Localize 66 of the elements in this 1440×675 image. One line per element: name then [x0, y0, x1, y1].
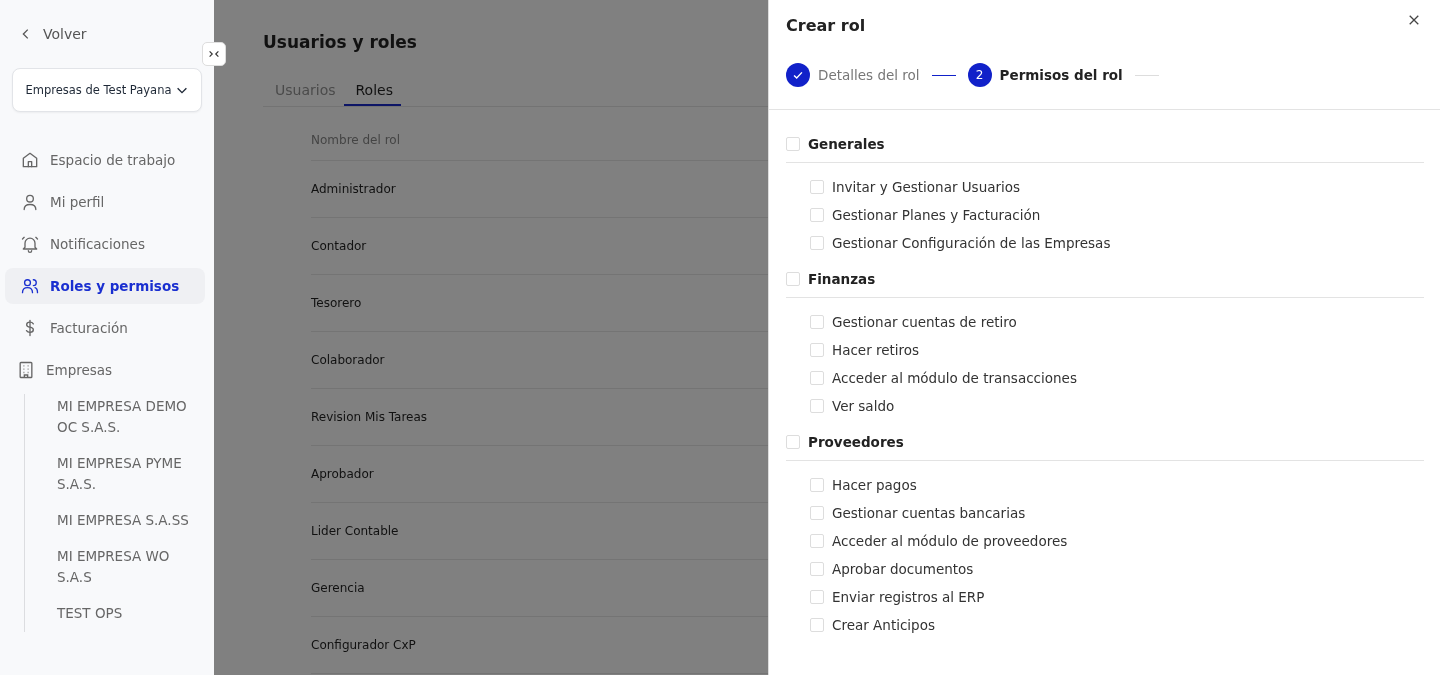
permission-label: Hacer retiros	[832, 342, 920, 358]
sidebar-item[interactable]: Espacio de trabajo	[5, 142, 205, 178]
checkbox[interactable]	[786, 435, 800, 449]
checkbox[interactable]	[810, 562, 824, 576]
table-cell: Aprobador	[311, 467, 374, 481]
checkbox[interactable]	[810, 590, 824, 604]
step-number: 2	[975, 68, 984, 82]
table-cell: Configurador CxP	[311, 638, 416, 652]
permission-label: Gestionar cuentas de retiro	[832, 314, 1017, 330]
table-cell: Revision Mis Tareas	[311, 410, 428, 424]
checkbox[interactable]	[810, 315, 824, 329]
page-title: Usuarios y roles	[263, 32, 418, 52]
checkbox[interactable]	[810, 506, 824, 520]
permission-label: Gestionar Planes y Facturación	[832, 207, 1041, 223]
table-cell: Contador	[311, 239, 367, 253]
checkbox[interactable]	[810, 371, 824, 385]
group-label: Generales	[808, 136, 885, 152]
table-cell: Administrador	[311, 182, 396, 196]
checkbox[interactable]	[810, 208, 824, 222]
people-icon	[20, 276, 40, 296]
sidebar-item[interactable]: Mi perfil	[5, 184, 205, 220]
group-label: Proveedores	[808, 434, 904, 450]
bell-icon	[20, 234, 40, 254]
permission-label: Invitar y Gestionar Usuarios	[832, 179, 1021, 195]
permission-label: Hacer pagos	[832, 477, 917, 493]
permission-label: Crear Anticipos	[832, 617, 935, 633]
checkbox[interactable]	[810, 343, 824, 357]
checkbox[interactable]	[786, 137, 800, 151]
checkbox[interactable]	[810, 399, 824, 413]
checkbox[interactable]	[810, 618, 824, 632]
table-cell: Lider Contable	[311, 524, 399, 538]
company-select[interactable]: Empresas de Test Payana	[12, 68, 202, 112]
permission-label: Acceder al módulo de transacciones	[832, 370, 1077, 386]
checkbox[interactable]	[786, 272, 800, 286]
checkbox[interactable]	[810, 180, 824, 194]
permission-label: Acceder al módulo de proveedores	[832, 533, 1068, 549]
checkbox[interactable]	[810, 236, 824, 250]
company-item[interactable]: MI EMPRESA WO S.A.S	[25, 546, 205, 588]
home-icon	[20, 150, 40, 170]
sidebar-item[interactable]: Empresas	[5, 352, 205, 388]
table-cell: Gerencia	[311, 581, 365, 595]
collapse-button[interactable]	[202, 42, 226, 66]
drawer-title: Crear rol	[786, 16, 866, 35]
company-item[interactable]: MI EMPRESA S.A.SS	[25, 510, 205, 531]
permission-label: Gestionar cuentas bancarias	[832, 505, 1026, 521]
company-item[interactable]: MI EMPRESA PYME S.A.S.	[25, 453, 205, 495]
step-label: Detalles del rol	[818, 67, 920, 83]
checkbox[interactable]	[810, 478, 824, 492]
column-header: Nombre del rol	[311, 133, 768, 161]
permission-label: Gestionar Configuración de las Empresas	[832, 235, 1111, 251]
company-item[interactable]: TEST OPS	[25, 603, 205, 624]
back-link[interactable]: Volver	[5, 0, 205, 44]
close-icon	[1408, 13, 1420, 26]
permission-label: Enviar registros al ERP	[832, 589, 985, 605]
table-cell: Tesorero	[311, 296, 362, 310]
step-label: Permisos del rol	[999, 67, 1123, 83]
checkbox[interactable]	[810, 534, 824, 548]
sidebar-item[interactable]: Roles y permisos	[5, 268, 205, 304]
sidebar-item[interactable]: Notificaciones	[5, 226, 205, 262]
table-cell: Colaborador	[311, 353, 385, 367]
permission-label: Aprobar documentos	[832, 561, 974, 577]
company-item[interactable]: MI EMPRESA DEMO OC S.A.S.	[25, 396, 205, 438]
permission-label: Ver saldo	[832, 398, 895, 414]
group-label: Finanzas	[808, 271, 876, 287]
sidebar-item[interactable]: Facturación	[5, 310, 205, 346]
tab[interactable]: Roles	[343, 82, 401, 106]
